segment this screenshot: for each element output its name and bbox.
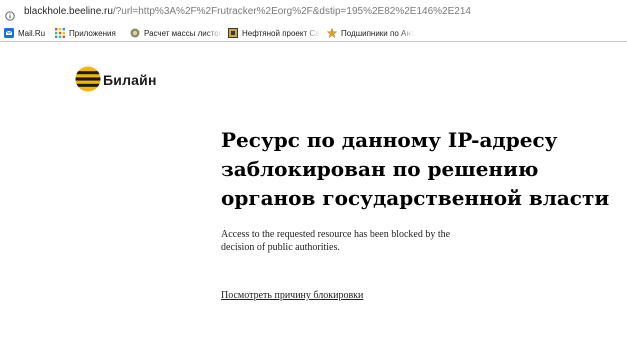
mailru-icon bbox=[4, 28, 14, 38]
english-notice: Access to the requested resource has bee… bbox=[221, 229, 451, 253]
page-title: Ресурс по данному IP-адресу заблокирован… bbox=[221, 128, 610, 210]
bookmark-label: Подшипники по Ант bbox=[341, 28, 415, 38]
bookmark-label: Приложения bbox=[69, 28, 116, 38]
url-text[interactable]: blackhole.beeline.ru/?url=http%3A%2F%2Fr… bbox=[24, 5, 471, 18]
url-host: blackhole.beeline.ru bbox=[24, 6, 113, 17]
bookmarks-bar: Mail.Ru Приложения Расчет массы листов Н… bbox=[0, 24, 627, 42]
bookmark-apps[interactable]: Приложения bbox=[55, 26, 116, 40]
bookmark-label: Нефтяной проект Са bbox=[242, 28, 320, 38]
bookmark-label: Mail.Ru bbox=[18, 28, 46, 38]
block-reason-link[interactable]: Посмотреть причину блокировки bbox=[221, 289, 363, 302]
url-path: /?url=http%3A%2F%2Frutracker%2Eorg%2F&ds… bbox=[112, 6, 471, 17]
bookmark-mailru[interactable]: Mail.Ru bbox=[4, 26, 45, 40]
calculator-site-icon bbox=[130, 28, 140, 38]
beeline-logo[interactable]: Билайн bbox=[75, 66, 175, 96]
oil-project-icon bbox=[228, 28, 238, 38]
bookmark-mass-calc[interactable]: Расчет массы листов bbox=[130, 26, 222, 40]
apps-grid-icon bbox=[55, 28, 65, 38]
bookmark-label: Расчет массы листов bbox=[144, 28, 222, 38]
bookmark-oil-project[interactable]: Нефтяной проект Са bbox=[228, 26, 320, 40]
bearings-star-icon bbox=[326, 27, 338, 39]
logo-wordmark: Билайн bbox=[103, 72, 157, 88]
beeline-logo-icon bbox=[75, 66, 101, 92]
address-bar[interactable]: blackhole.beeline.ru/?url=http%3A%2F%2Fr… bbox=[0, 0, 627, 24]
bookmark-bearings[interactable]: Подшипники по Ант bbox=[326, 26, 415, 40]
page-info-icon[interactable] bbox=[5, 6, 15, 21]
